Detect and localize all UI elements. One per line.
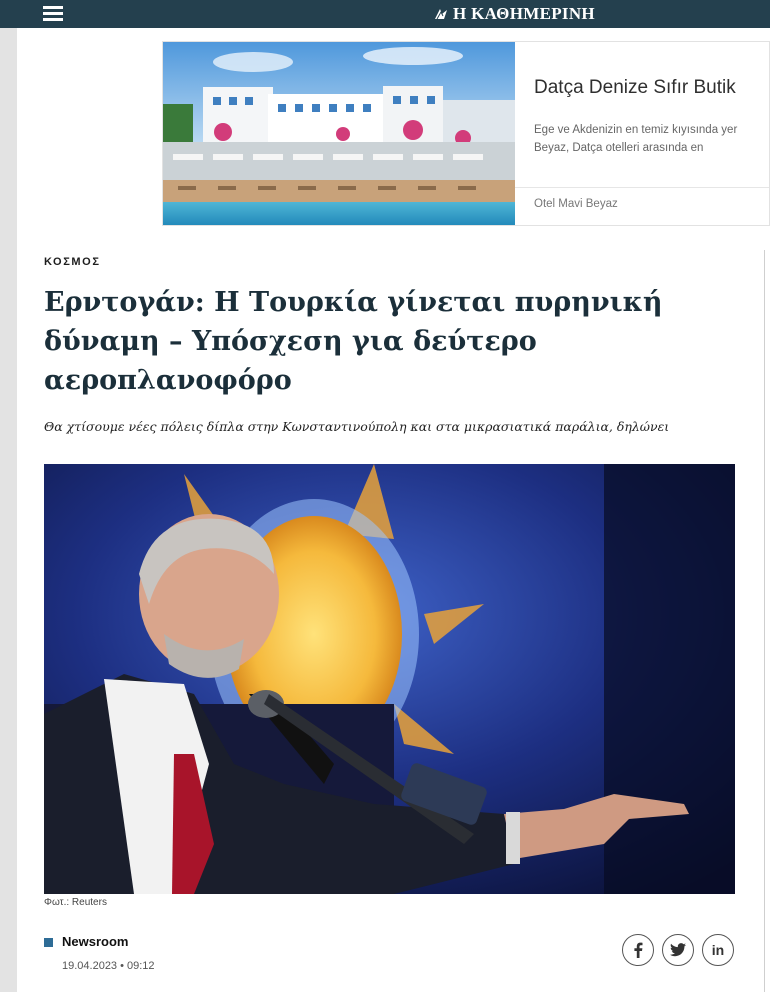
headline-line: Ερντογάν: Η Τουρκία γίνεται πυρηνική (44, 287, 663, 318)
logo-mark-icon (435, 9, 447, 20)
share-facebook-button[interactable] (622, 934, 654, 966)
ad-description: Ege ve Akdenizin en temiz kıyısında yer … (534, 121, 769, 157)
ad-source: Otel Mavi Beyaz (534, 198, 618, 210)
author-name[interactable]: Newsroom (62, 934, 128, 949)
author-marker (44, 938, 53, 947)
left-gutter (0, 28, 17, 992)
article-photo-image (44, 464, 735, 894)
article-subheadline: Θα χτίσουμε νέες πόλεις δίπλα στην Κωνστ… (44, 419, 670, 434)
site-logo-text: Η ΚΑΘΗΜΕΡΙΝΗ (453, 4, 595, 23)
hamburger-menu-icon[interactable] (43, 6, 65, 22)
ad-hotel-image (163, 42, 515, 225)
sponsored-ad[interactable]: Datça Denize Sıfır Butik Ege ve Akdenizi… (162, 41, 770, 226)
site-logo[interactable]: Η ΚΑΘΗΜΕΡΙΝΗ (434, 4, 595, 24)
ad-title[interactable]: Datça Denize Sıfır Butik (534, 77, 736, 99)
top-bar: Η ΚΑΘΗΜΕΡΙΝΗ (0, 0, 770, 28)
headline-line: δύναμη – Υπόσχεση για δεύτερο (44, 326, 537, 357)
linkedin-icon: in (711, 942, 725, 958)
headline-line: αεροπλανοφόρο (44, 365, 292, 396)
facebook-icon (634, 942, 643, 958)
ad-description-line: Ege ve Akdenizin en temiz kıyısında yer (534, 124, 738, 136)
share-twitter-button[interactable] (662, 934, 694, 966)
ad-description-line: Beyaz, Datça otelleri arasında en (534, 142, 704, 154)
ad-divider (515, 187, 769, 188)
section-label[interactable]: ΚΟΣΜΟΣ (44, 256, 101, 268)
photo-caption: Φωτ.: Reuters (44, 897, 107, 908)
share-linkedin-button[interactable]: in (702, 934, 734, 966)
publish-date: 19.04.2023 • 09:12 (62, 960, 155, 972)
twitter-icon (670, 943, 686, 957)
article-headline: Ερντογάν: Η Τουρκία γίνεται πυρηνική δύν… (44, 283, 724, 400)
right-divider (764, 250, 765, 992)
article-photo[interactable] (44, 464, 735, 894)
